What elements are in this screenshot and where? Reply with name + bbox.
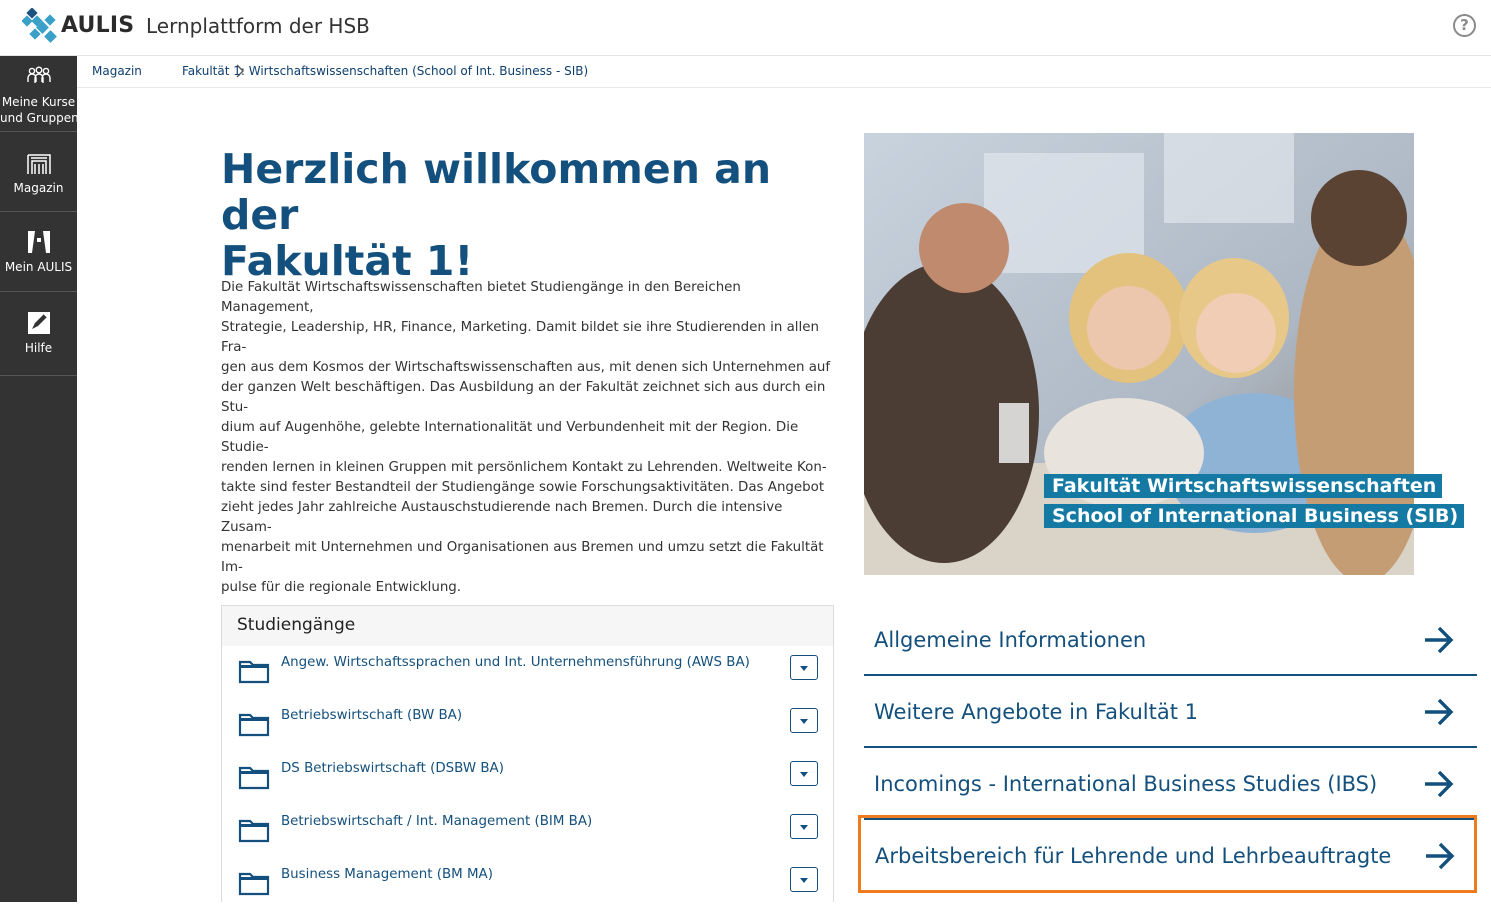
sidebar-item-label: Meine Kurse: [1, 95, 76, 109]
breadcrumb: Magazin Fakultät 1: Wirtschaftswissensch…: [77, 56, 1491, 88]
link-label: Weitere Angebote in Fakultät 1: [874, 700, 1199, 724]
arrow-right-icon: [1425, 770, 1454, 798]
list-item: Betriebswirtschaft (BW BA): [222, 699, 833, 752]
arrow-right-icon: [1425, 626, 1454, 654]
link-arbeitsbereich-lehrende[interactable]: Arbeitsbereich für Lehrende und Lehrbeau…: [858, 815, 1477, 893]
personal-desk-icon: [27, 231, 50, 253]
folder-icon: [238, 872, 270, 896]
folder-icon: [238, 819, 270, 843]
arrow-right-icon: [1425, 698, 1454, 726]
actions-dropdown-button[interactable]: [790, 867, 818, 892]
courses-panel: Studiengänge Angew. Wirtschaftssprachen …: [221, 605, 834, 902]
link-label: Arbeitsbereich für Lehrende und Lehrbeau…: [875, 844, 1392, 868]
top-bar: AULIS Lernplattform der HSB ?: [0, 0, 1491, 56]
link-label: Allgemeine Informationen: [874, 628, 1147, 652]
actions-dropdown-button[interactable]: [790, 655, 818, 680]
sidebar-item-label: Magazin: [13, 181, 64, 195]
platform-title: Lernplattform der HSB: [146, 14, 370, 38]
list-item: Business Management (BM MA): [222, 858, 833, 911]
actions-dropdown-button[interactable]: [790, 708, 818, 733]
sidebar-item-label: und Gruppen: [0, 111, 79, 125]
help-icon[interactable]: ?: [1453, 14, 1476, 37]
intro-line: renden lernen in kleinen Gruppen mit per…: [221, 460, 827, 475]
folder-icon: [238, 660, 270, 684]
courses-panel-title: Studiengänge: [222, 606, 833, 646]
link-weitere-angebote[interactable]: Weitere Angebote in Fakultät 1: [864, 676, 1477, 748]
folder-icon: [238, 766, 270, 790]
sidebar-item-label: Hilfe: [24, 341, 53, 355]
photo-caption-line1: Fakultät Wirtschaftswissenschaften: [1044, 474, 1443, 498]
intro-line: Die Fakultät Wirtschaftswissenschaften b…: [221, 280, 741, 315]
link-allgemeine-informationen[interactable]: Allgemeine Informationen: [864, 604, 1477, 676]
page-title-line: Herzlich willkommen an der: [221, 145, 772, 239]
course-link[interactable]: Betriebswirtschaft / Int. Management (BI…: [281, 814, 592, 829]
sidebar-item-hilfe[interactable]: Hilfe: [0, 292, 77, 376]
list-item: Betriebswirtschaft / Int. Management (BI…: [222, 805, 833, 858]
arrow-right-icon: [1426, 842, 1455, 870]
photo-caption-line2: School of International Business (SIB): [1044, 504, 1465, 528]
actions-dropdown-button[interactable]: [790, 761, 818, 786]
intro-line: pulse für die regionale Entwicklung.: [221, 580, 462, 595]
link-label: Incomings - International Business Studi…: [874, 772, 1378, 796]
course-link[interactable]: DS Betriebswirtschaft (DSBW BA): [281, 761, 504, 776]
help-edit-icon: [27, 312, 50, 334]
page-title: Herzlich willkommen an der Fakultät 1!: [221, 146, 841, 284]
people-icon: [26, 66, 51, 83]
breadcrumb-item-magazin[interactable]: Magazin: [92, 64, 142, 78]
magazine-icon: [26, 154, 51, 174]
intro-text: Die Fakultät Wirtschaftswissenschaften b…: [221, 278, 837, 598]
course-link[interactable]: Betriebswirtschaft (BW BA): [281, 708, 462, 723]
intro-line: Strategie, Leadership, HR, Finance, Mark…: [221, 320, 819, 355]
sidebar-item-label: Mein AULIS: [4, 260, 73, 274]
intro-line: gen aus dem Kosmos der Wirtschaftswissen…: [221, 360, 831, 375]
intro-line: dium auf Augenhöhe, gelebte Internationa…: [221, 420, 799, 455]
folder-icon: [238, 713, 270, 737]
link-incomings[interactable]: Incomings - International Business Studi…: [864, 748, 1477, 820]
breadcrumb-item-fakultaet[interactable]: Fakultät 1: Wirtschaftswissenschaften (S…: [182, 64, 588, 78]
actions-dropdown-button[interactable]: [790, 814, 818, 839]
sidebar-item-magazin[interactable]: Magazin: [0, 132, 77, 212]
intro-line: zieht jedes Jahr zahlreiche Austauschstu…: [221, 500, 783, 535]
intro-line: der ganzen Welt beschäftigen. Das Ausbil…: [221, 380, 826, 415]
brand-name[interactable]: AULIS: [61, 13, 134, 38]
course-link[interactable]: Angew. Wirtschaftssprachen und Int. Unte…: [281, 655, 750, 670]
aulis-logo-icon[interactable]: [22, 8, 58, 44]
course-link[interactable]: Business Management (BM MA): [281, 867, 493, 882]
intro-line: menarbeit mit Unternehmen und Organisati…: [221, 540, 824, 575]
list-item: Angew. Wirtschaftssprachen und Int. Unte…: [222, 646, 833, 699]
sidebar-item-meine-kurse[interactable]: Meine Kurse und Gruppen: [0, 56, 79, 132]
intro-line: takte sind fester Bestandteil der Studie…: [221, 480, 825, 495]
main-sidebar: Meine Kurse und Gruppen Magazin Mein AUL…: [0, 56, 79, 902]
list-item: DS Betriebswirtschaft (DSBW BA): [222, 752, 833, 805]
sidebar-item-mein-aulis[interactable]: Mein AULIS: [0, 212, 77, 292]
